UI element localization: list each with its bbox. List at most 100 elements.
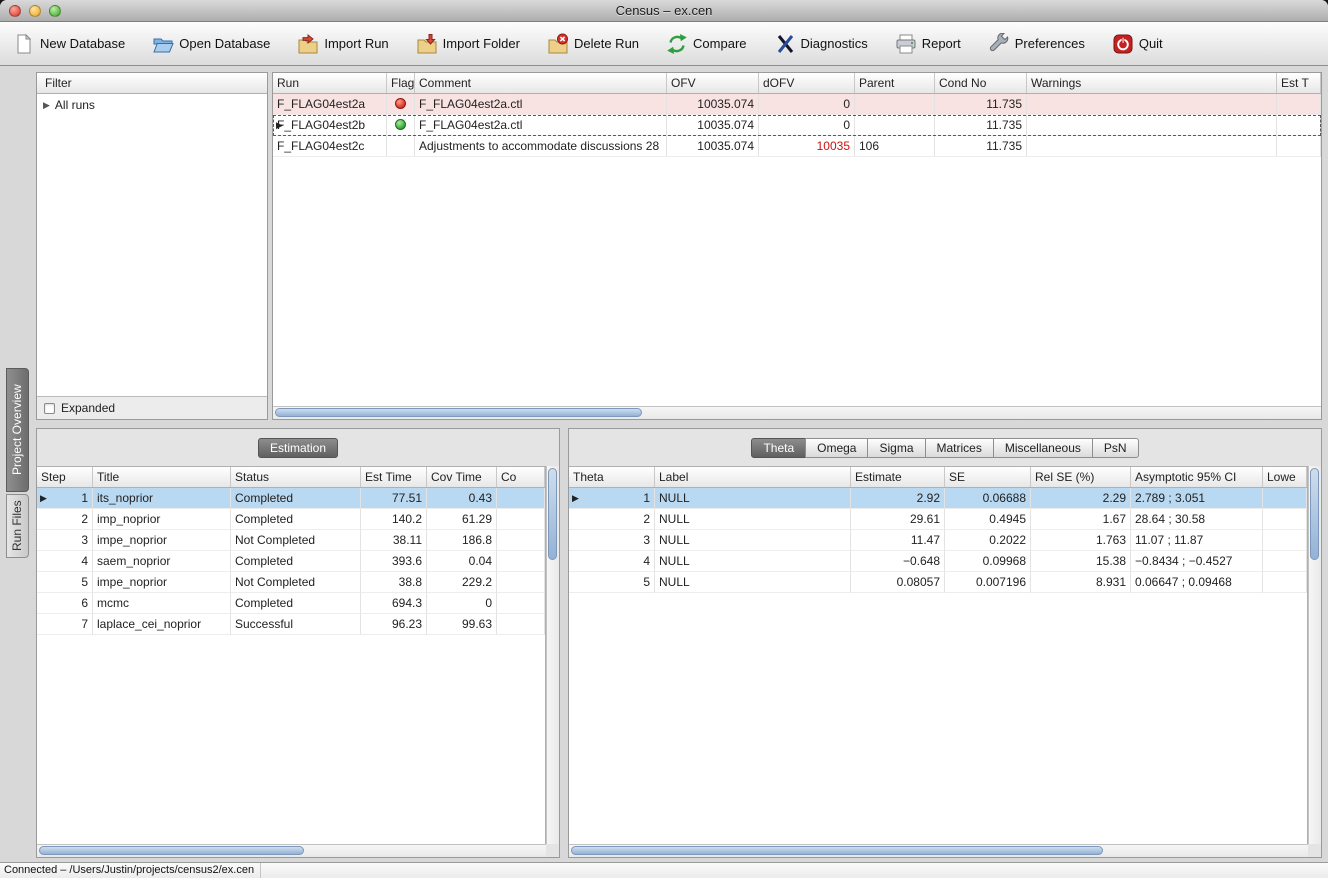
- estimation-row[interactable]: 7 laplace_cei_noprior Successful 96.23 9…: [37, 614, 545, 635]
- estimation-row[interactable]: 6 mcmc Completed 694.3 0: [37, 593, 545, 614]
- run-table-body: F_FLAG04est2a F_FLAG04est2a.ctl 10035.07…: [273, 94, 1321, 157]
- column-header-rel-se[interactable]: Rel SE (%): [1031, 467, 1131, 487]
- tree-item-all-runs[interactable]: ▶ All runs: [37, 94, 267, 116]
- estimation-table-body: 1 its_noprior Completed 77.51 0.43 2 imp…: [37, 488, 545, 635]
- cov-time-cell: 186.8: [427, 530, 497, 551]
- estimation-row[interactable]: 2 imp_noprior Completed 140.2 61.29: [37, 509, 545, 530]
- tab-psn[interactable]: PsN: [1091, 438, 1139, 458]
- estimation-row[interactable]: 3 impe_noprior Not Completed 38.11 186.8: [37, 530, 545, 551]
- theta-horizontal-scrollbar[interactable]: [569, 844, 1308, 857]
- column-header-cond-no[interactable]: Cond No: [935, 73, 1027, 93]
- scrollbar-thumb[interactable]: [39, 846, 304, 855]
- theta-row[interactable]: 3 NULL 11.47 0.2022 1.763 11.07 ; 11.87: [569, 530, 1307, 551]
- zoom-button[interactable]: [49, 5, 61, 17]
- toolbar-report[interactable]: Report: [894, 32, 961, 56]
- minimize-button[interactable]: [29, 5, 41, 17]
- status-cell: Completed: [231, 551, 361, 572]
- tab-project-overview-label: Project Overview: [10, 384, 24, 476]
- estimation-row[interactable]: 4 saem_noprior Completed 393.6 0.04: [37, 551, 545, 572]
- theta-row[interactable]: 1 NULL 2.92 0.06688 2.29 2.789 ; 3.051: [569, 488, 1307, 509]
- column-header-comment[interactable]: Comment: [415, 73, 667, 93]
- theta-row[interactable]: 4 NULL −0.648 0.09968 15.38 −0.8434 ; −0…: [569, 551, 1307, 572]
- tab-sigma[interactable]: Sigma: [867, 438, 926, 458]
- close-button[interactable]: [9, 5, 21, 17]
- column-header-lowe[interactable]: Lowe: [1263, 467, 1307, 487]
- column-header-dofv[interactable]: dOFV: [759, 73, 855, 93]
- column-header-est-time[interactable]: Est Time: [361, 467, 427, 487]
- parent-cell: 106: [855, 136, 935, 157]
- theta-row[interactable]: 5 NULL 0.08057 0.007196 8.931 0.06647 ; …: [569, 572, 1307, 593]
- expanded-checkbox[interactable]: [44, 402, 55, 414]
- column-header-title[interactable]: Title: [93, 467, 231, 487]
- column-header-parent[interactable]: Parent: [855, 73, 935, 93]
- filter-header[interactable]: Filter: [37, 73, 267, 94]
- column-header-run[interactable]: Run: [273, 73, 387, 93]
- run-horizontal-scrollbar[interactable]: [273, 406, 1321, 419]
- tab-theta[interactable]: Theta: [751, 438, 807, 458]
- scrollbar-thumb[interactable]: [571, 846, 1104, 855]
- estimate-cell: 29.61: [851, 509, 945, 530]
- theta-vertical-scrollbar[interactable]: [1308, 466, 1321, 844]
- scrollbar-thumb[interactable]: [1310, 468, 1319, 560]
- label-cell: NULL: [655, 530, 851, 551]
- se-cell: 0.06688: [945, 488, 1031, 509]
- theta-row[interactable]: 2 NULL 29.61 0.4945 1.67 28.64 ; 30.58: [569, 509, 1307, 530]
- run-row[interactable]: F_FLAG04est2c Adjustments to accommodate…: [273, 136, 1321, 157]
- tab-run-files[interactable]: Run Files: [6, 494, 29, 558]
- scrollbar-thumb[interactable]: [548, 468, 557, 560]
- estimation-horizontal-scrollbar[interactable]: [37, 844, 546, 857]
- theta-tab-row: Theta Omega Sigma Matrices Miscellaneous…: [569, 429, 1321, 466]
- preferences-icon: [987, 32, 1011, 56]
- main-content: Project Overview Run Files Filter ▶ All …: [0, 66, 1328, 862]
- column-header-estimate[interactable]: Estimate: [851, 467, 945, 487]
- tab-project-overview[interactable]: Project Overview: [6, 368, 29, 492]
- toolbar-open-database[interactable]: Open Database: [151, 32, 270, 56]
- estimation-table: Step Title Status Est Time Cov Time Co 1…: [37, 466, 546, 844]
- label-cell: NULL: [655, 488, 851, 509]
- column-header-flag[interactable]: Flag: [387, 73, 415, 93]
- toolbar-new-database[interactable]: New Database: [12, 32, 125, 56]
- estimation-vertical-scrollbar[interactable]: [546, 466, 559, 844]
- run-row[interactable]: F_FLAG04est2a F_FLAG04est2a.ctl 10035.07…: [273, 94, 1321, 115]
- est-t-cell: [1277, 136, 1321, 157]
- column-header-co[interactable]: Co: [497, 467, 545, 487]
- column-header-warnings[interactable]: Warnings: [1027, 73, 1277, 93]
- status-cell: Completed: [231, 488, 361, 509]
- toolbar-import-run[interactable]: Import Run: [296, 32, 389, 56]
- column-header-label[interactable]: Label: [655, 467, 851, 487]
- toolbar-compare[interactable]: Compare: [665, 32, 747, 56]
- column-header-status[interactable]: Status: [231, 467, 361, 487]
- column-header-step[interactable]: Step: [37, 467, 93, 487]
- status-cell: Not Completed: [231, 530, 361, 551]
- tab-estimation[interactable]: Estimation: [257, 438, 339, 458]
- estimation-row[interactable]: 5 impe_noprior Not Completed 38.8 229.2: [37, 572, 545, 593]
- tab-miscellaneous[interactable]: Miscellaneous: [992, 438, 1093, 458]
- toolbar-diagnostics[interactable]: Diagnostics: [773, 32, 868, 56]
- step-cell: 1: [37, 488, 93, 509]
- tab-omega[interactable]: Omega: [805, 438, 869, 458]
- disclosure-triangle-icon[interactable]: ▶: [43, 100, 50, 111]
- column-header-cov-time[interactable]: Cov Time: [427, 467, 497, 487]
- rel-se-cell: 15.38: [1031, 551, 1131, 572]
- tab-matrices[interactable]: Matrices: [924, 438, 994, 458]
- toolbar-delete-run[interactable]: Delete Run: [546, 32, 639, 56]
- scrollbar-thumb[interactable]: [275, 408, 642, 417]
- lowe-cell: [1263, 551, 1307, 572]
- toolbar-import-folder[interactable]: Import Folder: [415, 32, 520, 56]
- comment-cell: Adjustments to accommodate discussions 2…: [415, 136, 667, 157]
- dofv-cell: 0: [759, 115, 855, 136]
- column-header-est-t[interactable]: Est T: [1277, 73, 1321, 93]
- estimation-row[interactable]: 1 its_noprior Completed 77.51 0.43: [37, 488, 545, 509]
- column-header-asymptotic-ci[interactable]: Asymptotic 95% CI: [1131, 467, 1263, 487]
- toolbar-preferences[interactable]: Preferences: [987, 32, 1085, 56]
- ofv-cell: 10035.074: [667, 136, 759, 157]
- column-header-theta[interactable]: Theta: [569, 467, 655, 487]
- run-row[interactable]: F_FLAG04est2b F_FLAG04est2a.ctl 10035.07…: [273, 115, 1321, 136]
- column-header-se[interactable]: SE: [945, 467, 1031, 487]
- step-cell: 4: [37, 551, 93, 572]
- est-time-cell: 393.6: [361, 551, 427, 572]
- column-header-ofv[interactable]: OFV: [667, 73, 759, 93]
- status-cell: Completed: [231, 509, 361, 530]
- toolbar-quit[interactable]: Quit: [1111, 32, 1163, 56]
- rel-se-cell: 1.763: [1031, 530, 1131, 551]
